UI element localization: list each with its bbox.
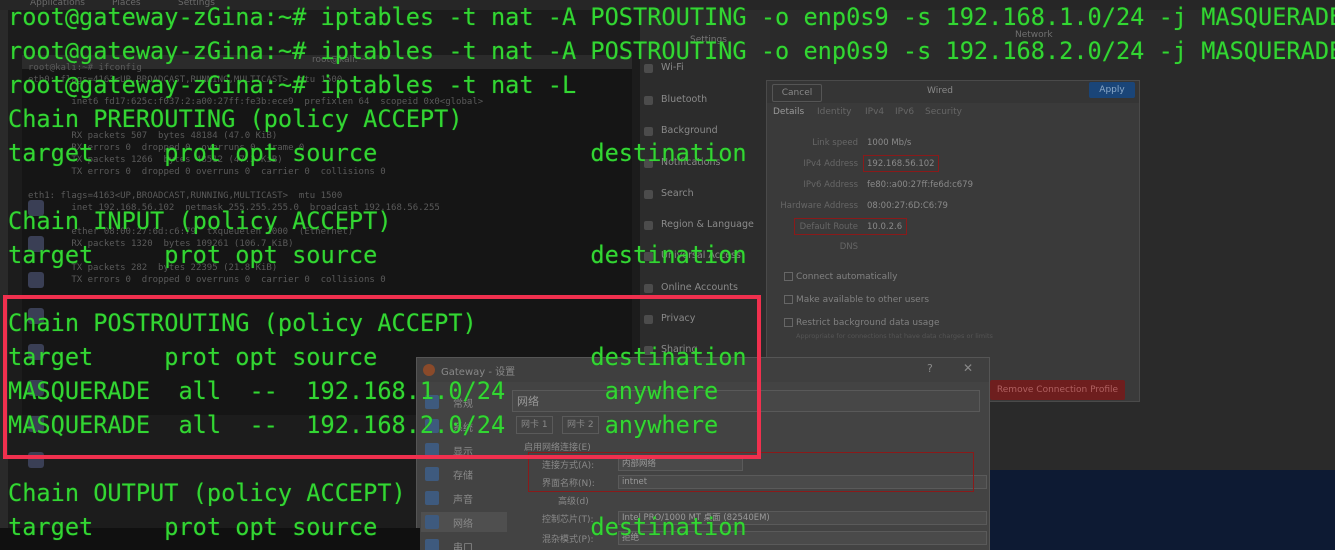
chain-input-header: Chain INPUT (policy ACCEPT): [8, 207, 392, 235]
column-header: target prot opt source destination: [8, 513, 747, 541]
chain-prerouting-header: Chain PREROUTING (policy ACCEPT): [8, 105, 463, 133]
terminal-line-command: root@gateway-zGina:~# iptables -t nat -L: [8, 71, 577, 99]
column-header: target prot opt source destination: [8, 139, 747, 167]
chain-output-header: Chain OUTPUT (policy ACCEPT): [8, 479, 406, 507]
terminal-line-command: root@gateway-zGina:~# iptables -t nat -A…: [8, 3, 1335, 31]
postrouting-highlight-box: [3, 295, 761, 459]
column-header: target prot opt source destination: [8, 241, 747, 269]
terminal-line-command: root@gateway-zGina:~# iptables -t nat -A…: [8, 37, 1335, 65]
terminal-output: root@gateway-zGina:~# iptables -t nat -A…: [0, 0, 1335, 550]
